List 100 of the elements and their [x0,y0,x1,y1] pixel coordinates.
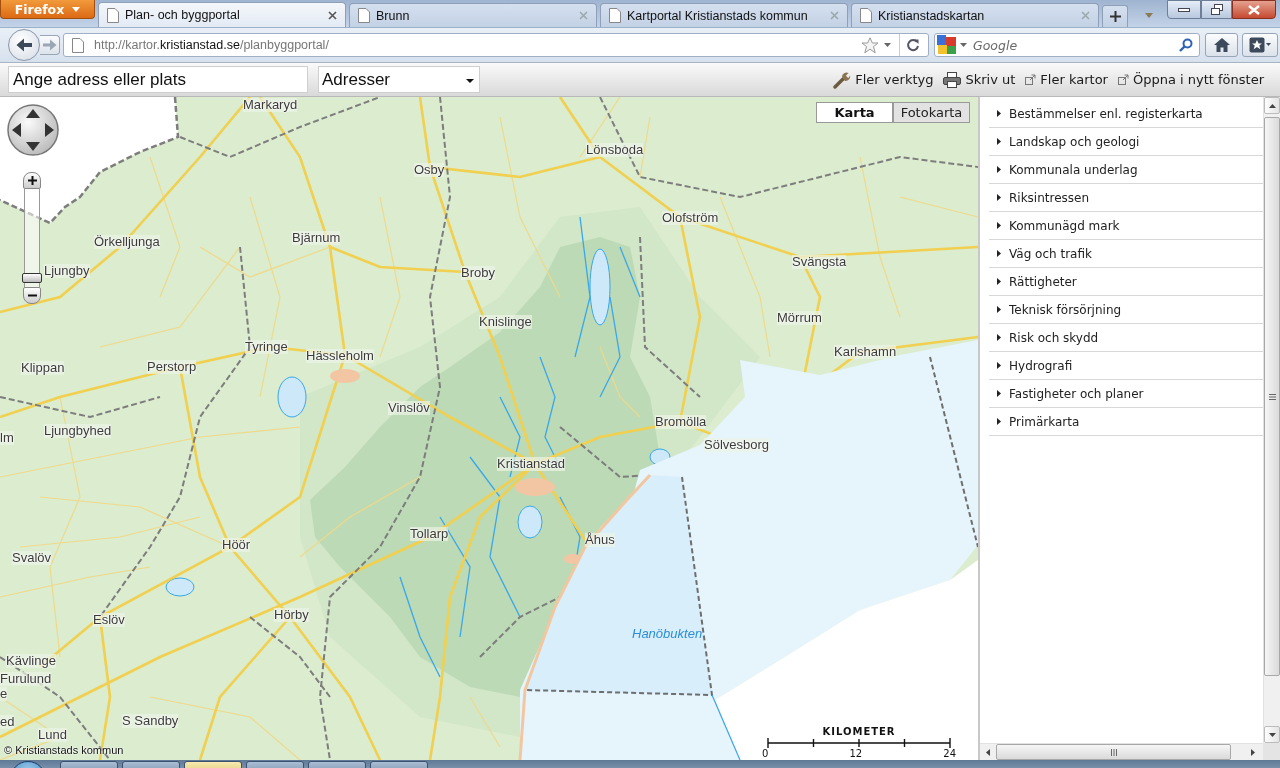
zoom-slider-thumb[interactable] [22,272,42,283]
place-label: Furulund [0,672,52,686]
place-label: Örkelljunga [94,235,160,249]
tools-link[interactable]: Fler verktyg [833,70,934,89]
place-label: Bromölla [655,415,707,429]
town-area [330,369,360,383]
layer-group-item[interactable]: Riksintressen [989,184,1263,212]
layer-group-item[interactable]: Landskap och geologi [989,128,1263,156]
external-link[interactable]: Öppna i nytt fönster [1117,72,1264,87]
left-arrow-icon[interactable] [12,123,21,137]
reload-icon[interactable] [906,38,920,52]
down-arrow-icon[interactable] [26,142,40,151]
browser-tab[interactable]: Kartportal Kristianstads kommun [600,3,848,27]
pan-control[interactable] [7,104,59,156]
page-icon [358,8,370,23]
scroll-down-button[interactable] [1264,726,1280,743]
bookmark-star-icon [1249,37,1271,53]
layer-select[interactable]: Adresser [318,66,480,93]
left-arrow-icon[interactable] [986,748,990,756]
grip-icon [1268,393,1276,400]
layer-group-item[interactable]: Väg och trafik [989,240,1263,268]
layer-group-item[interactable]: Bestämmelser enl. registerkarta [989,100,1263,128]
place-label: Perstorp [147,360,197,374]
map-view-tab[interactable]: Fotokarta [893,102,970,123]
scale-label: 12 [849,748,863,759]
layer-group-item[interactable]: Risk och skydd [989,324,1263,352]
layer-group-item[interactable]: Rättigheter [989,268,1263,296]
wrench-icon [833,70,852,89]
right-arrow-icon[interactable] [1251,748,1255,756]
search-engine-icon[interactable] [937,35,957,55]
scroll-up-button[interactable] [1264,97,1280,114]
restore-button[interactable] [1201,0,1232,19]
lake [165,577,195,597]
back-button[interactable] [8,29,40,61]
place-label: Lönsboda [586,143,644,157]
place-label: Klippan [21,361,65,375]
home-button[interactable] [1205,33,1238,57]
layer-group-item[interactable]: Primärkarta [989,408,1263,436]
bookmarks-button[interactable] [1242,33,1278,57]
restore-icon [1210,4,1223,15]
place-label: ed [0,715,15,729]
layer-group-item[interactable]: Teknisk försörjning [989,296,1263,324]
place-label: Svalöv [12,551,52,565]
horizontal-scrollbar[interactable] [980,743,1263,760]
place-label: Ljungby [44,264,90,278]
town-area [515,478,555,496]
place-label: Tyringe [245,340,288,354]
place-label: lm [0,431,14,445]
print-link[interactable]: Skriv ut [943,71,1016,88]
zoom-out-button[interactable] [23,287,41,304]
zoom-in-button[interactable] [23,172,41,189]
external-link[interactable]: Fler kartor [1025,72,1108,87]
plus-icon [1109,11,1121,22]
lake [277,376,307,418]
caret-icon[interactable] [884,43,891,47]
place-label: S Sandby [122,714,179,728]
place-label: Ljungbyhed [44,424,112,438]
minimize-button[interactable] [1167,0,1201,19]
minimize-icon [1178,7,1190,12]
close-icon[interactable] [328,10,337,20]
browser-tab[interactable]: Kristianstadskartan [851,3,1099,27]
lake [517,505,543,539]
search-field[interactable]: Google [934,33,1200,57]
plus-icon [27,176,37,185]
address-field[interactable]: Ange adress eller plats [8,66,308,93]
place-label: Vinslöv [388,401,430,415]
layer-group-item[interactable]: Fastigheter och planer [989,380,1263,408]
place-label: Knislinge [479,315,532,329]
page-icon [72,37,84,53]
url-field[interactable]: http://kartor.kristianstad.se/planbyggportal/ [63,33,929,57]
external-link-icon [1025,74,1037,85]
layer-group-item[interactable]: Hydrografi [989,352,1263,380]
place-label: Höör [222,538,251,552]
place-label: Eslöv [93,613,125,627]
sea-label: Hanöbukten [632,626,703,641]
search-icon[interactable] [1179,38,1193,52]
place-label: Tollarp [410,527,449,541]
down-arrow-icon [1268,732,1276,737]
up-arrow-icon[interactable] [26,109,40,118]
new-tab-button[interactable] [1102,5,1128,27]
caret-icon[interactable] [960,43,967,47]
scrollbar-corner [1263,743,1280,760]
map-view-tab[interactable]: Karta [816,102,893,123]
right-arrow-icon[interactable] [45,123,54,137]
browser-tab[interactable]: Brunn [349,3,597,27]
scale-label: 24 [943,748,956,759]
place-label: Mörrum [777,311,822,325]
search-input[interactable]: Google [973,37,1179,53]
scrollbar-thumb[interactable] [1264,117,1280,676]
star-icon[interactable] [861,36,879,54]
layer-group-item[interactable]: Kommunala underlag [989,156,1263,184]
vertical-scrollbar[interactable] [1263,97,1280,743]
scrollbar-thumb[interactable] [996,744,1231,760]
layer-group-item[interactable]: Kommunägd mark [989,212,1263,240]
page-icon [609,8,621,23]
browser-tab[interactable]: Plan- och byggportal [98,2,346,27]
place-label: Hörby [274,608,309,622]
printer-icon [943,71,962,88]
close-button[interactable] [1232,0,1276,19]
place-label: Kävlinge [6,654,56,668]
